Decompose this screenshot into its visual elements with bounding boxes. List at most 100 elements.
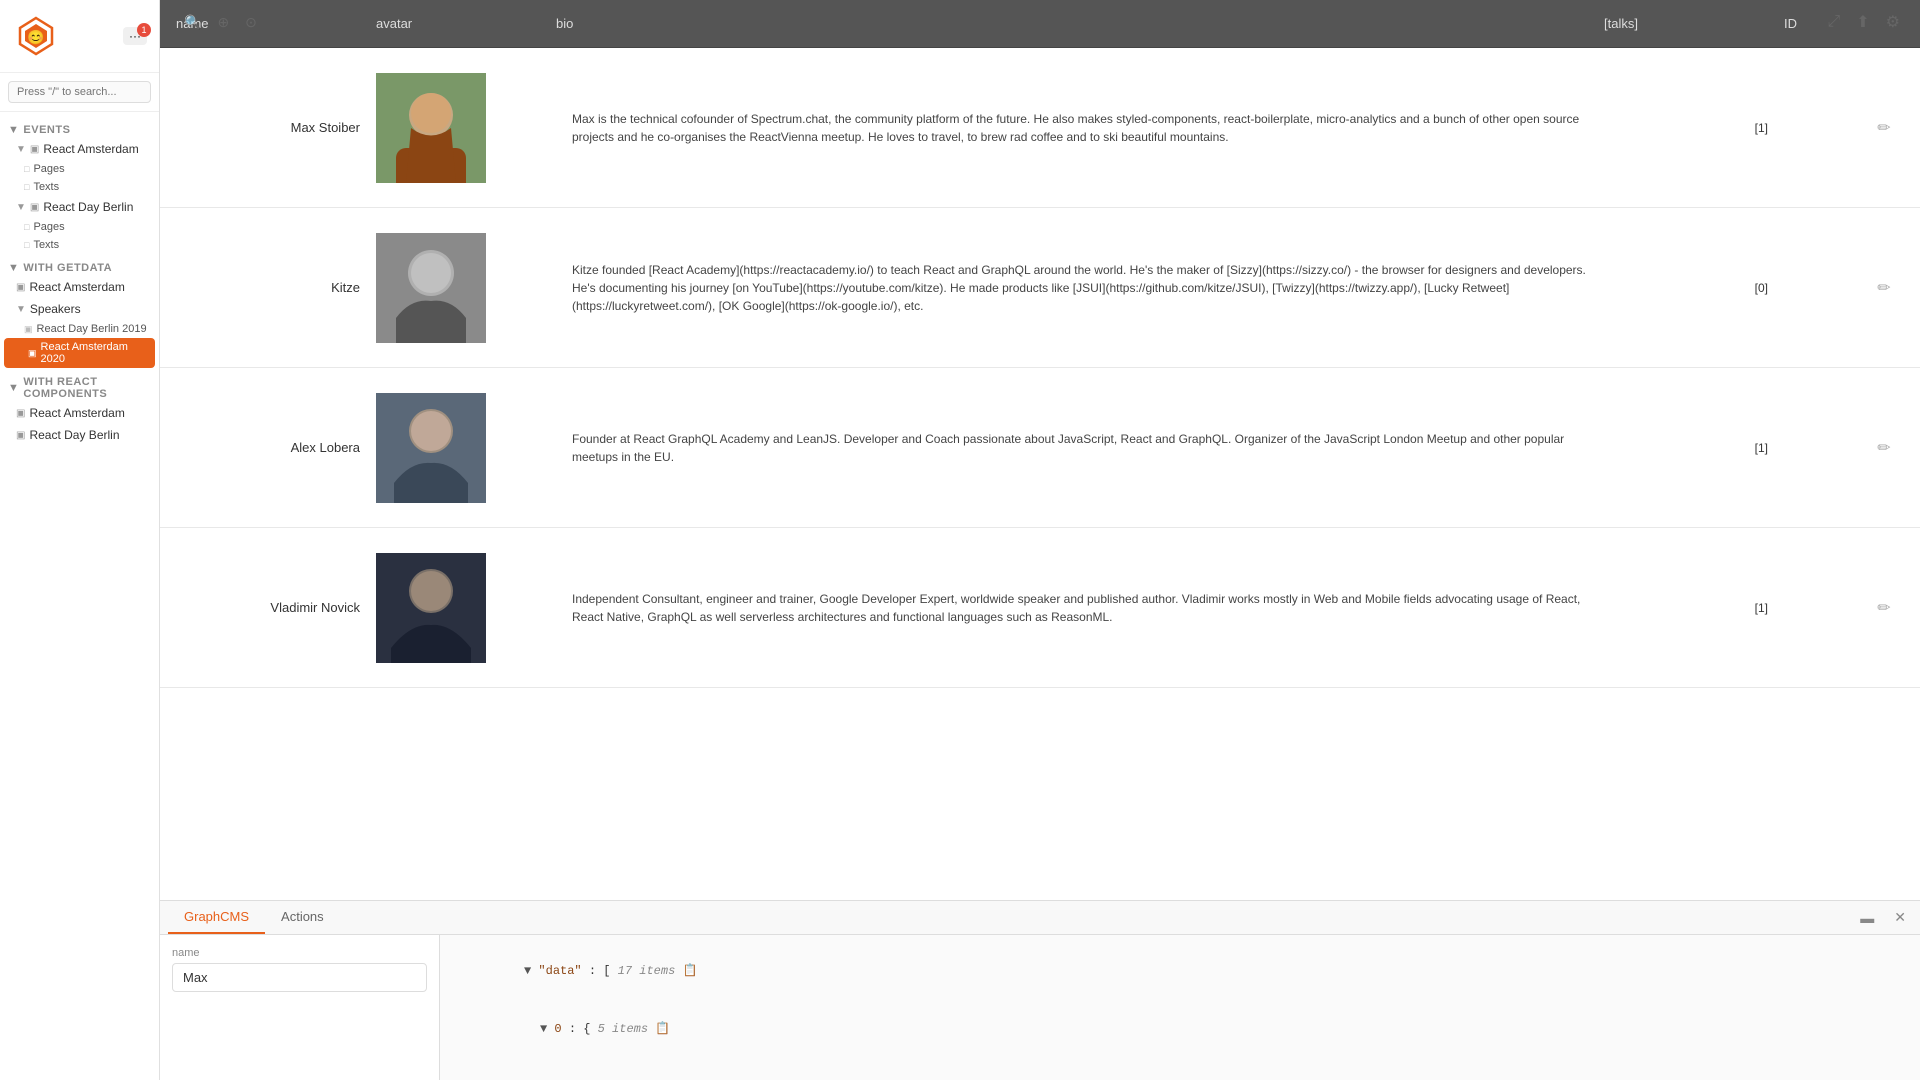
sidebar-item-label: React Amsterdam xyxy=(43,142,138,156)
speaker-talks: [1] xyxy=(1604,121,1784,135)
folder-icon: ▣ xyxy=(30,144,39,155)
sidebar-subitem-texts-2[interactable]: □ Texts xyxy=(0,236,159,254)
top-toolbar: ⤢ ⬆ ⚙ xyxy=(1807,0,1920,44)
table-row: Max Stoiber Max is the technical cofound… xyxy=(160,48,1920,208)
col-header-talks: [talks] xyxy=(1604,16,1784,31)
share-button[interactable]: ⬆ xyxy=(1852,8,1873,36)
json-viewer: ▼ "data" : [ 17 items 📋 ▼ 0 : { 5 items … xyxy=(440,935,1920,1080)
react-components-arrow-icon: ▼ xyxy=(8,382,19,394)
edit-button[interactable]: ✏ xyxy=(1864,274,1904,302)
minimize-button[interactable]: ▬ xyxy=(1854,905,1880,930)
events-label: Events xyxy=(23,124,70,136)
sidebar-item-label: React Day Berlin xyxy=(29,428,119,442)
svg-text:😊: 😊 xyxy=(27,29,44,45)
name-field-group: name xyxy=(172,947,427,992)
sidebar-subitem-ra2020[interactable]: ▣ React Amsterdam 2020 xyxy=(4,338,155,368)
sidebar-item-label: React Amsterdam xyxy=(29,280,124,294)
sidebar: 😊 ··· 1 ▼ Events ▼ ▣ React Amsterdam □ P… xyxy=(0,0,160,1080)
speaker-name: Vladimir Novick xyxy=(176,600,376,615)
sidebar-subitem-texts-1[interactable]: □ Texts xyxy=(0,178,159,196)
sidebar-item-label: Speakers xyxy=(30,302,81,316)
table-row: Kitze Kitze founded [React Academy](http… xyxy=(160,208,1920,368)
speaker-bio: Max is the technical cofounder of Spectr… xyxy=(556,110,1604,146)
speakers-table: Max Stoiber Max is the technical cofound… xyxy=(160,48,1920,900)
bottom-tab-list: GraphCMS Actions xyxy=(168,901,340,934)
sidebar-item-react-day-berlin-2[interactable]: ▣ React Day Berlin xyxy=(0,424,159,446)
sidebar-subitem-pages-2[interactable]: □ Pages xyxy=(0,218,159,236)
json-line: ▼ "data" : [ 17 items 📋 xyxy=(452,943,1908,1001)
table-header: name avatar bio [talks] ID xyxy=(160,0,1920,48)
speaker-avatar xyxy=(376,73,556,183)
app-logo-icon: 😊 xyxy=(12,12,60,60)
item-icon: ▣ xyxy=(16,430,25,441)
speaker-talks: [0] xyxy=(1604,281,1784,295)
sidebar-subitem-pages-1[interactable]: □ Pages xyxy=(0,160,159,178)
zoom-in-button[interactable]: ⊕ xyxy=(211,12,235,33)
zoom-toolbar: 🔍 ⊕ ⊙ xyxy=(170,8,271,37)
settings-button[interactable]: ⚙ xyxy=(1882,8,1904,36)
name-field-input[interactable] xyxy=(172,963,427,992)
bottom-form: name xyxy=(160,935,440,1080)
sidebar-item-label: React Day Berlin xyxy=(43,200,133,214)
events-section-header[interactable]: ▼ Events xyxy=(0,116,159,138)
collapse-icon: ▼ xyxy=(16,144,26,155)
col-header-avatar: avatar xyxy=(376,16,556,31)
sidebar-subitem-label: Pages xyxy=(33,221,64,233)
react-components-label: with React Components xyxy=(23,376,151,400)
speaker-bio: Kitze founded [React Academy](https://re… xyxy=(556,261,1604,315)
close-bottom-button[interactable]: ✕ xyxy=(1888,905,1912,930)
sidebar-subitem-label: React Amsterdam 2020 xyxy=(41,341,147,365)
speaker-talks: [1] xyxy=(1604,441,1784,455)
sidebar-subitem-label: Texts xyxy=(33,181,59,193)
bottom-tabs: GraphCMS Actions ▬ ✕ xyxy=(160,901,1920,935)
zoom-out-button[interactable]: 🔍 xyxy=(178,12,207,33)
getdata-arrow-icon: ▼ xyxy=(8,262,19,274)
table-row: Vladimir Novick Independent Consultant, … xyxy=(160,528,1920,688)
getdata-label: with getData xyxy=(23,262,112,274)
col-header-bio: bio xyxy=(556,16,1604,31)
expand-button[interactable]: ⤢ xyxy=(1823,8,1844,36)
text-icon: □ xyxy=(24,182,29,192)
getdata-section-header[interactable]: ▼ with getData xyxy=(0,254,159,276)
react-components-section-header[interactable]: ▼ with React Components xyxy=(0,368,159,402)
sidebar-item-label: React Amsterdam xyxy=(29,406,124,420)
speaker-bio: Founder at React GraphQL Academy and Lea… xyxy=(556,430,1604,466)
sidebar-item-speakers[interactable]: ▼ Speakers xyxy=(0,298,159,320)
speaker-name: Alex Lobera xyxy=(176,440,376,455)
edit-button[interactable]: ✏ xyxy=(1864,594,1904,622)
bottom-action-buttons: ▬ ✕ xyxy=(1854,905,1912,930)
tab-graphcms[interactable]: GraphCMS xyxy=(168,901,265,934)
tab-actions[interactable]: Actions xyxy=(265,901,340,934)
sidebar-subitem-label: React Day Berlin 2019 xyxy=(37,323,147,335)
collapse-icon: ▼ xyxy=(16,304,26,315)
sidebar-item-react-amsterdam-3[interactable]: ▣ React Amsterdam xyxy=(0,402,159,424)
text-icon: □ xyxy=(24,240,29,250)
sidebar-subitem-label: Texts xyxy=(33,239,59,251)
edit-button[interactable]: ✏ xyxy=(1864,114,1904,142)
json-line: "name" : string "Max Stoiber" xyxy=(452,1058,1908,1080)
bottom-panel: GraphCMS Actions ▬ ✕ name ▼ "data" : [ 1… xyxy=(160,900,1920,1080)
page-icon: □ xyxy=(24,222,29,232)
sidebar-navigation: ▼ Events ▼ ▣ React Amsterdam □ Pages □ T… xyxy=(0,112,159,1080)
speaker-avatar xyxy=(376,553,556,663)
sidebar-subitem-rdb2019[interactable]: ▣ React Day Berlin 2019 xyxy=(0,320,159,338)
sub-icon: ▣ xyxy=(24,324,33,335)
speaker-avatar xyxy=(376,393,556,503)
sidebar-logo-area: 😊 ··· 1 xyxy=(0,0,159,73)
speaker-bio: Independent Consultant, engineer and tra… xyxy=(556,590,1604,626)
sidebar-item-react-day-berlin[interactable]: ▼ ▣ React Day Berlin xyxy=(0,196,159,218)
sidebar-subitem-label: Pages xyxy=(33,163,64,175)
speaker-talks: [1] xyxy=(1604,601,1784,615)
item-icon: ▣ xyxy=(16,282,25,293)
search-input[interactable] xyxy=(8,81,151,103)
zoom-reset-button[interactable]: ⊙ xyxy=(239,12,263,33)
edit-button[interactable]: ✏ xyxy=(1864,434,1904,462)
folder-icon: ▣ xyxy=(30,202,39,213)
bottom-content: name ▼ "data" : [ 17 items 📋 ▼ 0 : { 5 i… xyxy=(160,935,1920,1080)
sub-icon: ▣ xyxy=(28,348,37,359)
sidebar-item-react-amsterdam-2[interactable]: ▣ React Amsterdam xyxy=(0,276,159,298)
sidebar-item-react-amsterdam[interactable]: ▼ ▣ React Amsterdam xyxy=(0,138,159,160)
more-button[interactable]: ··· 1 xyxy=(123,27,147,45)
events-arrow-icon: ▼ xyxy=(8,124,19,136)
speaker-name: Kitze xyxy=(176,280,376,295)
